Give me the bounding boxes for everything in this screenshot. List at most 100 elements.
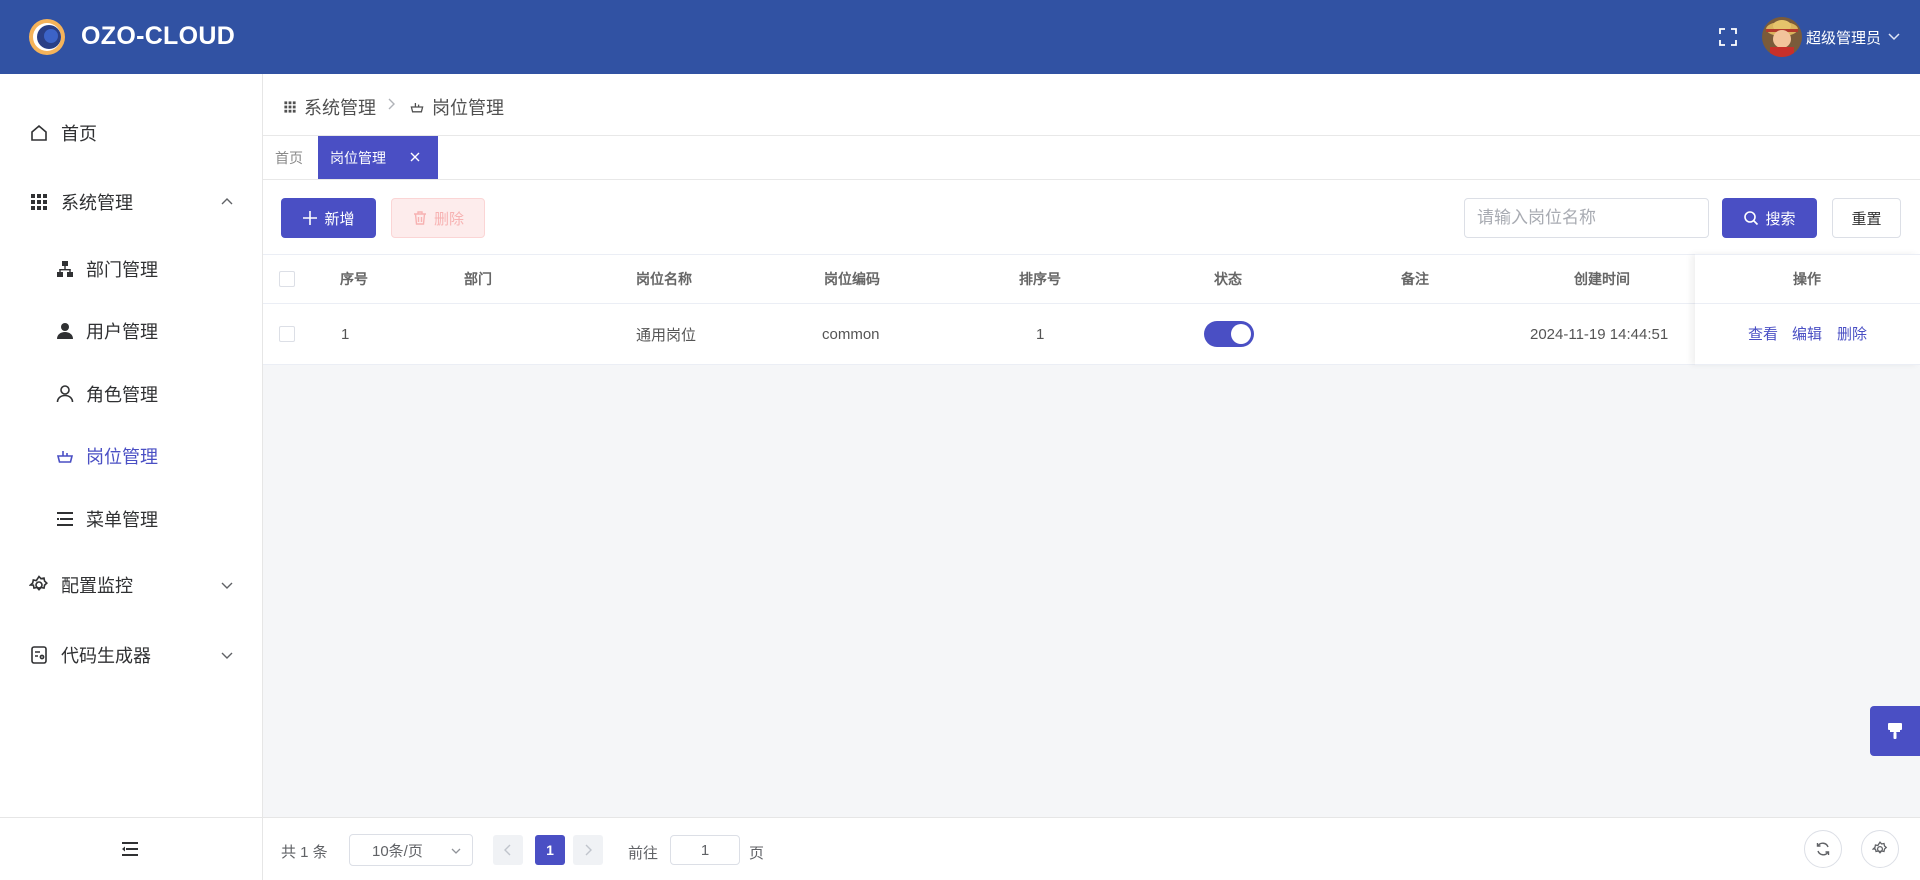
delete-label: 删除 — [433, 210, 464, 228]
sidebar-item-department[interactable]: 部门管理 — [0, 245, 262, 293]
settings-button[interactable] — [1861, 830, 1899, 868]
edit-link[interactable]: 编辑 — [1792, 323, 1822, 344]
search-button[interactable]: 搜索 — [1722, 198, 1817, 238]
reset-button[interactable]: 重置 — [1832, 198, 1901, 238]
close-icon[interactable] — [409, 151, 421, 163]
header-post-name: 岗位名称 — [636, 271, 692, 287]
trash-icon — [412, 210, 428, 226]
sidebar-item-label: 角色管理 — [86, 385, 158, 405]
cell-index: 1 — [341, 325, 350, 343]
post-icon — [55, 446, 75, 466]
page-size-value: 10条/页 — [372, 842, 423, 860]
sidebar-item-menus[interactable]: 菜单管理 — [0, 495, 262, 543]
header-created: 创建时间 — [1574, 271, 1630, 287]
sidebar-item-label: 部门管理 — [86, 260, 158, 280]
sidebar-item-label: 用户管理 — [86, 322, 158, 342]
main-content: 新增 删除 搜索 重置 序号 部门 岗位名称 岗位编码 排序号 状态 备注 创建 — [263, 180, 1920, 817]
tabs-bar: 首页 岗位管理 — [263, 136, 1920, 180]
sidebar-item-label: 菜单管理 — [86, 510, 158, 530]
gear-icon — [29, 575, 49, 595]
fullscreen-icon[interactable] — [1718, 27, 1738, 47]
cell-post-name: 通用岗位 — [636, 326, 697, 344]
sidebar: 首页 系统管理 部门管理 用户管理 角色管理 岗位管理 菜单管理 配置监控 代码… — [0, 74, 263, 880]
breadcrumb-label: 岗位管理 — [432, 98, 504, 118]
sidebar-item-label: 岗位管理 — [86, 447, 158, 467]
table-header: 序号 部门 岗位名称 岗位编码 排序号 状态 备注 创建时间 操作 — [263, 254, 1920, 304]
delete-button[interactable]: 删除 — [391, 198, 485, 238]
sidebar-item-label: 代码生成器 — [61, 646, 151, 666]
home-icon — [29, 123, 49, 143]
header-remark: 备注 — [1401, 271, 1429, 287]
gear-icon — [1872, 841, 1888, 857]
add-label: 新增 — [324, 210, 355, 228]
add-button[interactable]: 新增 — [281, 198, 376, 238]
sidebar-item-label: 首页 — [61, 124, 97, 144]
refresh-button[interactable] — [1804, 830, 1842, 868]
chevron-down-icon[interactable] — [1887, 31, 1901, 43]
sidebar-item-users[interactable]: 用户管理 — [0, 307, 262, 355]
tab-label: 岗位管理 — [330, 149, 386, 166]
tab-home[interactable]: 首页 — [275, 136, 303, 179]
chevron-up-icon — [220, 195, 234, 209]
status-toggle[interactable] — [1204, 304, 1254, 364]
page-suffix: 页 — [749, 845, 765, 862]
grid-icon — [283, 100, 297, 114]
view-link[interactable]: 查看 — [1748, 323, 1778, 344]
page-number-current[interactable]: 1 — [535, 835, 565, 865]
next-page-button[interactable] — [573, 835, 603, 865]
sidebar-item-posts[interactable]: 岗位管理 — [0, 432, 262, 480]
sidebar-item-home[interactable]: 首页 — [0, 109, 262, 157]
delete-link[interactable]: 删除 — [1837, 323, 1867, 344]
prev-page-button[interactable] — [493, 835, 523, 865]
post-name-search-input[interactable] — [1464, 198, 1709, 238]
theme-settings-button[interactable] — [1870, 706, 1920, 756]
sidebar-footer — [0, 817, 262, 880]
sidebar-item-label: 配置监控 — [61, 576, 133, 596]
header-post-code: 岗位编码 — [824, 271, 880, 287]
search-label: 搜索 — [1765, 210, 1796, 228]
avatar[interactable] — [1762, 17, 1802, 57]
tab-posts[interactable]: 岗位管理 — [318, 136, 438, 179]
sidebar-item-label: 系统管理 — [61, 193, 133, 213]
header-status: 状态 — [1214, 271, 1242, 287]
breadcrumb-item-posts: 岗位管理 — [409, 94, 504, 120]
goto-page-input[interactable] — [670, 835, 740, 865]
sidebar-item-roles[interactable]: 角色管理 — [0, 370, 262, 418]
posts-table: 序号 部门 岗位名称 岗位编码 排序号 状态 备注 创建时间 操作 1 通用岗位… — [263, 254, 1920, 365]
user-outline-icon — [55, 384, 75, 404]
refresh-icon — [1815, 841, 1831, 857]
header-sort: 排序号 — [1019, 271, 1061, 287]
org-chart-icon — [55, 259, 75, 279]
chevron-right-icon — [386, 97, 398, 111]
goto-label: 前往 — [628, 845, 659, 862]
plus-icon — [302, 210, 318, 226]
cell-created: 2024-11-19 14:44:51 — [1530, 325, 1669, 343]
sidebar-item-code-generator[interactable]: 代码生成器 — [0, 631, 262, 679]
grid-icon — [29, 192, 49, 212]
table-row: 1 通用岗位 common 1 2024-11-19 14:44:51 — [263, 304, 1920, 365]
chevron-down-icon — [220, 648, 234, 662]
chevron-down-icon — [220, 578, 234, 592]
user-name[interactable]: 超级管理员 — [1806, 27, 1881, 48]
select-all-checkbox[interactable] — [279, 255, 295, 303]
breadcrumb-label: 系统管理 — [304, 98, 376, 118]
page-size-select[interactable]: 10条/页 — [349, 834, 473, 866]
sidebar-item-config-monitor[interactable]: 配置监控 — [0, 561, 262, 609]
collapse-menu-icon[interactable] — [121, 841, 139, 857]
sidebar-item-system[interactable]: 系统管理 — [0, 178, 262, 226]
app-title: OZO-CLOUD — [81, 22, 236, 50]
cell-post-code: common — [822, 325, 880, 343]
top-header: OZO-CLOUD 超级管理员 — [0, 0, 1920, 74]
search-icon — [1743, 210, 1759, 226]
toolbar: 新增 删除 搜索 重置 — [263, 180, 1920, 254]
breadcrumb: 系统管理 岗位管理 — [263, 74, 1920, 136]
header-index: 序号 — [340, 271, 368, 287]
ops-column: 查看 编辑 删除 — [1695, 254, 1920, 365]
code-generator-icon — [29, 645, 49, 665]
paint-brush-icon — [1886, 721, 1904, 741]
pagination-bar: 共 1 条 10条/页 1 前往 页 — [263, 817, 1920, 880]
cell-sort: 1 — [1036, 325, 1045, 343]
logo-icon — [28, 18, 66, 56]
row-checkbox[interactable] — [279, 304, 295, 364]
breadcrumb-item-system[interactable]: 系统管理 — [283, 94, 376, 120]
